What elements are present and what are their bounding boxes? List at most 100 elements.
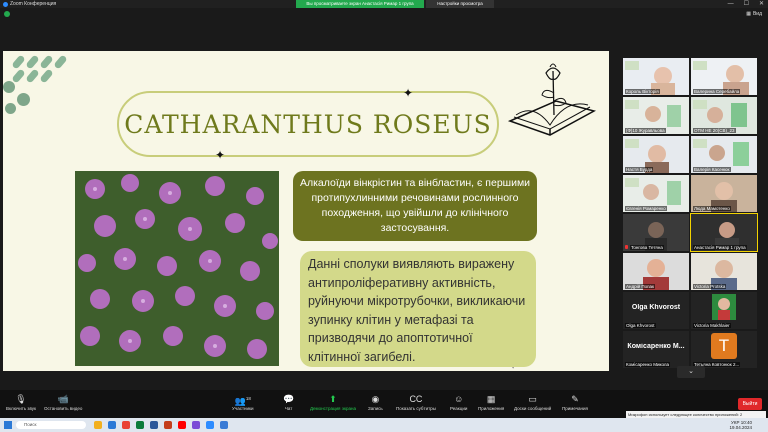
mic-off-icon: 🎙 <box>15 394 27 404</box>
participant-tile[interactable]: Victoria Makhlaier <box>691 292 757 329</box>
captions-icon: CC <box>409 394 423 404</box>
record-icon: ◉ <box>371 394 380 404</box>
app-title-text: Zoom Конференция <box>10 1 57 7</box>
windows-start-icon[interactable] <box>4 421 12 429</box>
periwinkle-photo <box>75 171 279 366</box>
taskbar-search[interactable]: Поиск <box>16 421 86 429</box>
powerpoint-icon[interactable] <box>164 421 172 429</box>
share-screen-icon: ⬆ <box>329 394 337 404</box>
participant-tile[interactable]: Olga Khvorost Olga Khvorost <box>623 292 689 329</box>
maximize-icon[interactable]: ☐ <box>744 0 749 8</box>
app-title: Zoom Конференция <box>3 1 56 7</box>
record-label: Запись <box>368 406 383 411</box>
participants-icon: 👥18 <box>234 396 251 406</box>
meeting-subbar <box>0 8 768 20</box>
participant-name: (Ф)10 Журавльова <box>625 128 666 133</box>
app-icon[interactable] <box>192 421 200 429</box>
participant-tile[interactable]: Тонгова Тетяна <box>623 214 689 251</box>
apps-label: Приложения <box>478 406 505 411</box>
decor-dash <box>39 68 54 84</box>
participant-tile[interactable]: Настя Бурда <box>623 136 689 173</box>
stop-video-button[interactable]: 📹 Остановить видео <box>44 393 82 411</box>
word-icon[interactable] <box>150 421 158 429</box>
minimize-icon[interactable]: — <box>728 0 734 8</box>
record-button[interactable]: ◉ Запись <box>368 393 383 411</box>
participant-tile[interactable]: T Тетьяна Ковтонюк 2... <box>691 331 757 368</box>
participant-name: Olga Khvorost <box>625 323 656 328</box>
participant-tile[interactable]: Король Вікторія <box>623 58 689 95</box>
participant-name: Євгенія Ромаренко <box>625 206 667 211</box>
edge-icon[interactable] <box>108 421 116 429</box>
zoom-icon <box>3 1 8 7</box>
participants-button[interactable]: 👥18 Участники <box>232 393 254 411</box>
participants-gallery: Король Вікторія Валерина Серебайла (Ф)10… <box>623 58 761 374</box>
book-flower-icon <box>507 63 597 136</box>
chevron-down-icon: ⌄ <box>688 368 694 375</box>
participant-name: Король Вікторія <box>625 89 660 94</box>
system-tray[interactable]: УКР 10:40 19.04.2024 <box>729 420 752 430</box>
notes-button[interactable]: ✎ Примечания <box>562 393 588 411</box>
share-banner: Вы просматриваете экран Анастасія Римар … <box>296 0 424 8</box>
participant-tile[interactable]: Комісаренко М... Комісаренко Микола <box>623 331 689 368</box>
participant-tile[interactable]: Валерина Серебайла <box>691 58 757 95</box>
apps-icon: ▦ <box>486 394 496 404</box>
participant-name: Анастасія Римар 1 група <box>693 245 747 250</box>
zoom-taskbar-icon[interactable] <box>206 421 214 429</box>
view-options-button[interactable]: Настройки просмотра <box>426 0 494 8</box>
participant-avatar: T <box>711 333 737 359</box>
share-screen-label: Демонстрация экрана <box>310 406 356 411</box>
participant-tile[interactable]: Victoria Protska <box>691 253 757 290</box>
unmute-label: Включить звук <box>6 406 37 411</box>
decor-dot <box>3 81 15 93</box>
participant-name: Тонгова Тетяна <box>630 245 664 250</box>
view-label: Вид <box>752 11 762 17</box>
participant-tile[interactable]: Євгенія Ромаренко <box>623 175 689 212</box>
whiteboards-button[interactable]: ▭ Доски сообщений <box>514 393 551 411</box>
reactions-button[interactable]: ☺ Реакции <box>450 393 467 411</box>
participant-name: Victoria Protska <box>693 284 727 289</box>
telegram-icon[interactable] <box>220 421 228 429</box>
participant-name: ОТМ НЕ 20(СВ)_23 <box>693 128 736 133</box>
excel-icon[interactable] <box>136 421 144 429</box>
chat-button[interactable]: 💬 Чат <box>283 393 294 411</box>
mic-usage-notification[interactable]: Микрофон использует следующее количество… <box>626 411 766 418</box>
unmute-button[interactable]: 🎙 Включить звук <box>6 393 36 411</box>
youtube-icon[interactable] <box>178 421 186 429</box>
participants-label: Участники <box>232 406 254 411</box>
activity-text-box: Данні сполуки виявляють виражену антипро… <box>300 251 536 367</box>
close-icon[interactable]: ✕ <box>759 0 764 8</box>
reactions-label: Реакции <box>450 406 468 411</box>
participant-name: Валерина Серебайла <box>693 89 741 94</box>
participant-tile[interactable]: Люда Мамотенко <box>691 175 757 212</box>
decor-dash <box>53 54 68 70</box>
participant-name: Валерія Касенюк <box>693 167 731 172</box>
participant-tile[interactable]: Андрій Попак <box>623 253 689 290</box>
captions-label: Показать субтитры <box>396 406 436 411</box>
decor-dash <box>11 54 26 70</box>
captions-button[interactable]: CC Показать субтитры <box>396 393 436 411</box>
participant-tile[interactable]: ОТМ НЕ 20(СВ)_23 <box>691 97 757 134</box>
chat-icon: 💬 <box>283 394 295 404</box>
whiteboards-label: Доски сообщений <box>514 406 552 411</box>
sparkle-icon: ✦ <box>215 148 226 162</box>
participant-tile[interactable]: Валерія Касенюк <box>691 136 757 173</box>
participant-tile[interactable]: (Ф)10 Журавльова <box>623 97 689 134</box>
whiteboard-icon: ▭ <box>528 394 537 404</box>
sparkle-icon: ✦ <box>403 86 414 100</box>
decor-dot <box>5 103 16 114</box>
window-controls: — ☐ ✕ <box>728 0 764 8</box>
file-explorer-icon[interactable] <box>94 421 102 429</box>
participant-name: Комісаренко Микола <box>625 362 671 367</box>
shield-icon[interactable] <box>4 11 10 17</box>
clock-date: 19.04.2024 <box>729 425 752 430</box>
shared-slide: CATHARANTHUS ROSEUS ✦ ✦ ✦ <box>3 51 609 371</box>
gallery-next-button[interactable]: ⌄ <box>677 366 705 378</box>
share-screen-button[interactable]: ⬆ Демонстрация экрана <box>310 393 356 411</box>
apps-button[interactable]: ▦ Приложения <box>478 393 504 411</box>
chrome-icon[interactable] <box>122 421 130 429</box>
participant-tile-active-speaker[interactable]: Анастасія Римар 1 група <box>690 213 758 252</box>
decor-dot <box>17 93 30 106</box>
windows-taskbar: Поиск УКР 10:40 19.04.2024 <box>0 418 768 432</box>
leave-button[interactable]: Выйти <box>738 398 762 410</box>
view-button[interactable]: ▦ Вид <box>746 11 762 17</box>
